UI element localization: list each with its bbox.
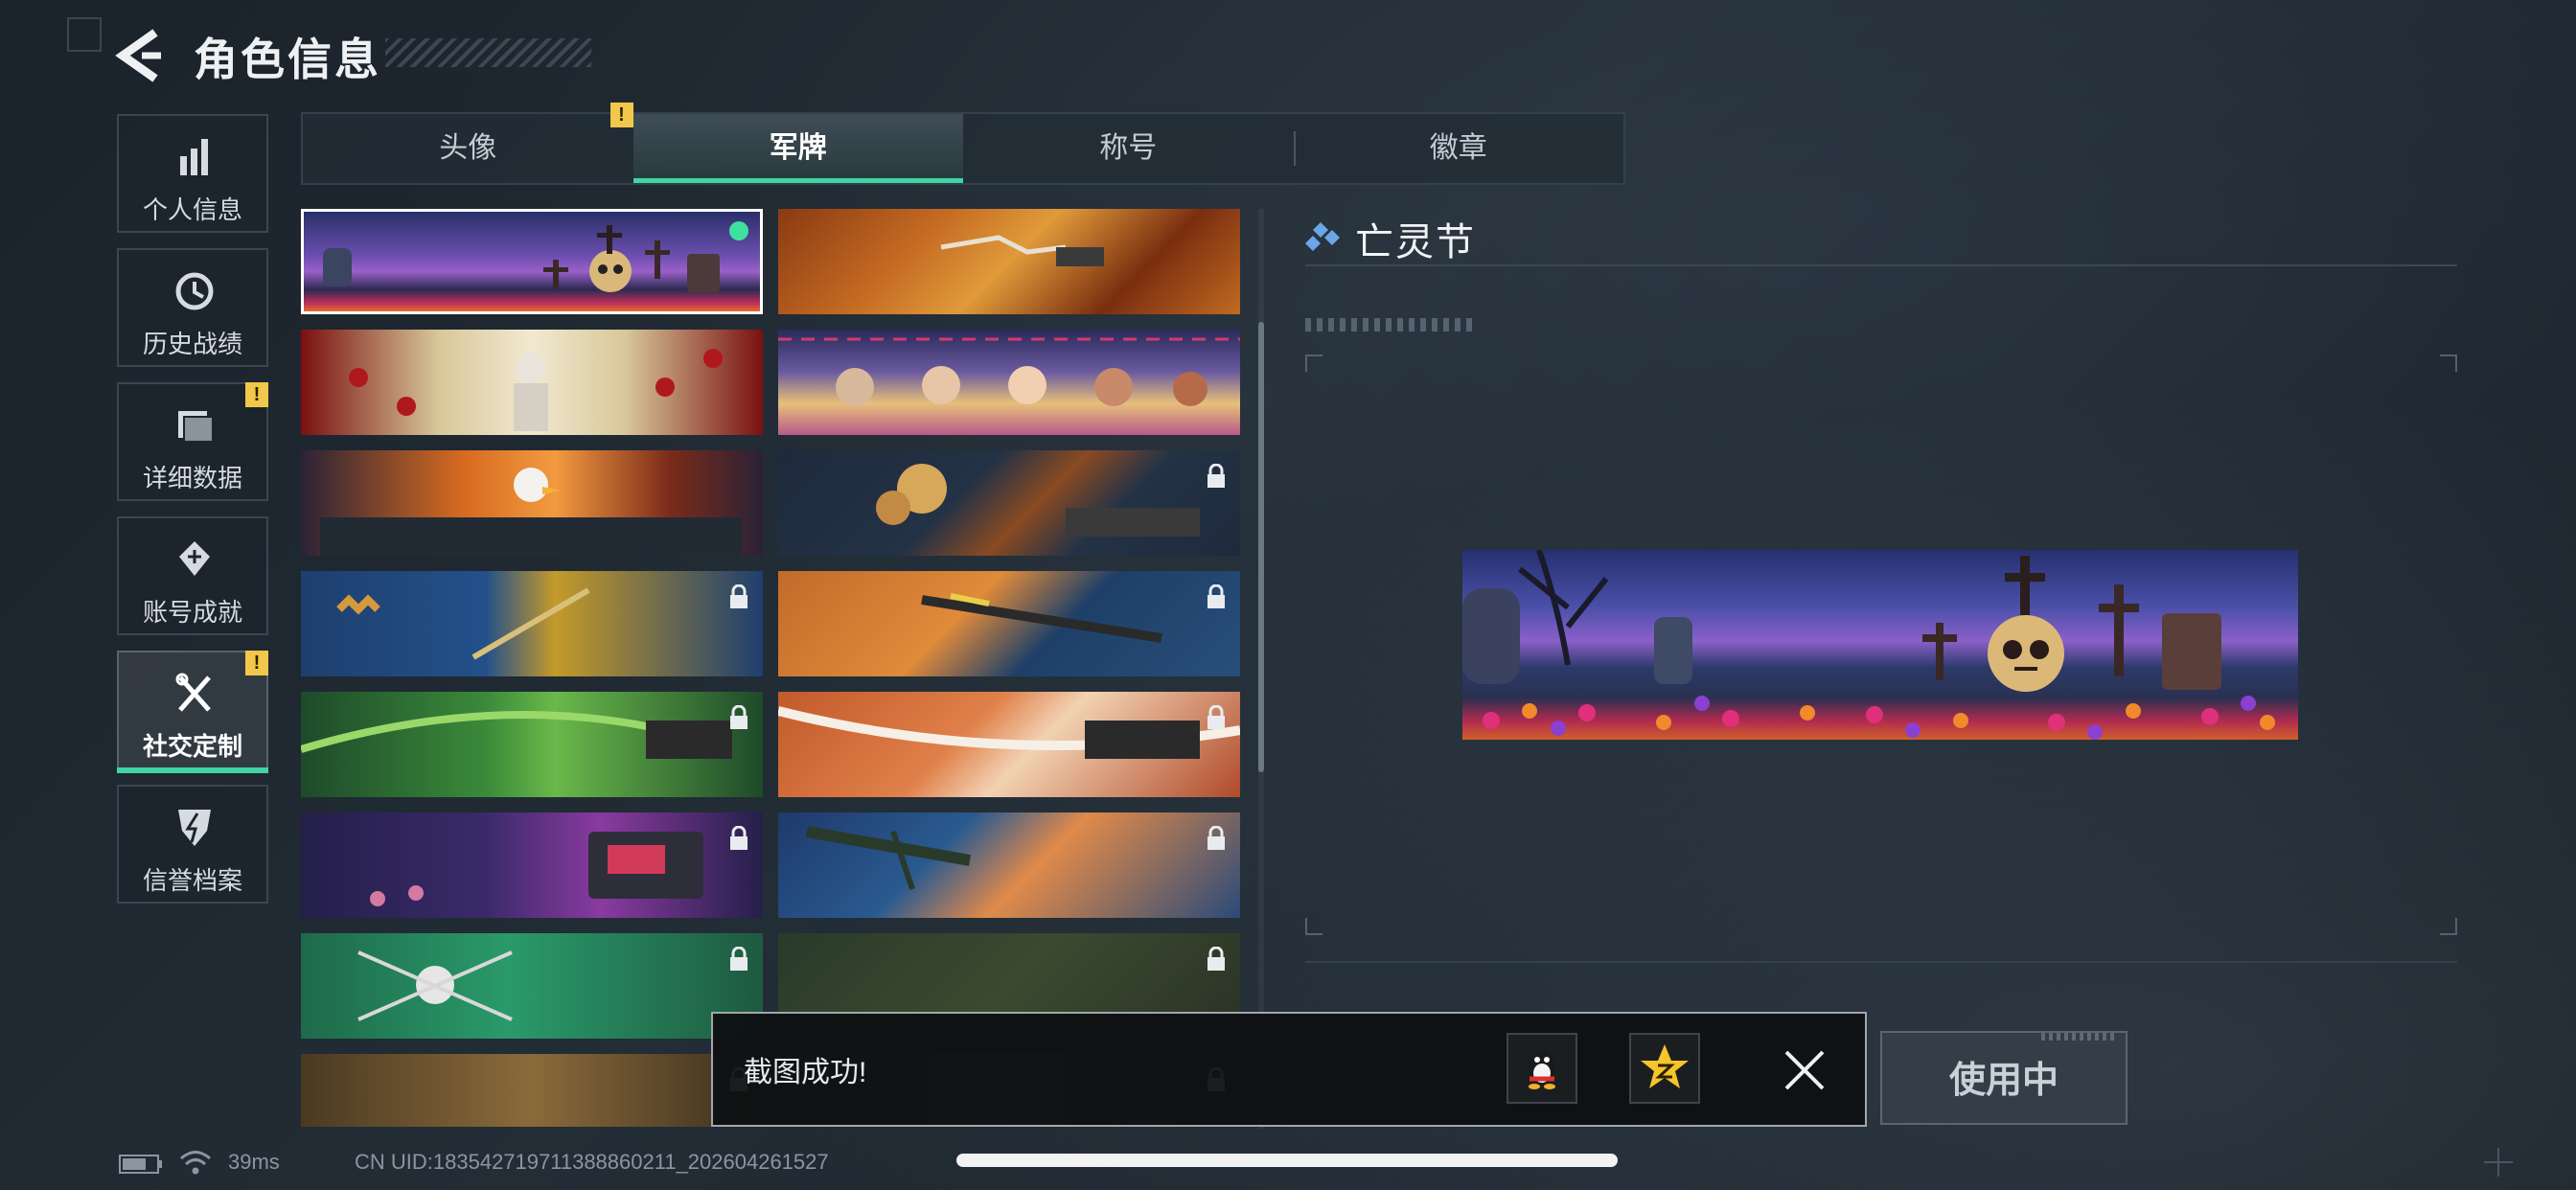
lock-icon [1208, 584, 1225, 608]
home-indicator[interactable] [956, 1154, 1618, 1167]
dog-tag-item-duck-stage[interactable] [301, 450, 763, 556]
notification-badge: ! [610, 103, 633, 127]
lock-icon [730, 947, 748, 971]
lock-icon [1208, 705, 1225, 729]
orange-burst-artwork [778, 706, 1240, 759]
dog-tag-item-rose-knight[interactable] [301, 330, 763, 435]
graveyard-artwork [323, 225, 720, 292]
scrollbar-thumb[interactable] [1258, 322, 1264, 772]
achievement-icon [179, 541, 210, 576]
dog-tag-item-autumn-leaves[interactable] [778, 209, 1240, 314]
frame-corner [1305, 918, 1322, 935]
sidebar-item-label: 历史战绩 [142, 330, 242, 358]
explosion-artwork [876, 464, 1200, 537]
title-decoration [385, 38, 591, 67]
history-clock-icon [175, 272, 214, 310]
divider [1305, 961, 2457, 963]
dog-tag-item-missile[interactable] [778, 812, 1240, 918]
lock-icon [1208, 464, 1225, 488]
lock-icon [730, 584, 748, 608]
tab-bar: 头像 ! 军牌 称号 徽章 [301, 103, 1625, 185]
rotor-artwork [357, 950, 513, 1021]
sidebar-item-label: 信誉档案 [142, 866, 242, 895]
party-artwork [778, 337, 1240, 406]
lock-icon [730, 826, 748, 850]
uid-readout: CN UID:18354271971138886​0211_2026042615… [355, 1150, 829, 1174]
battery-icon [119, 1155, 162, 1174]
lock-icon [1208, 826, 1225, 850]
plus-icon [2484, 1148, 2513, 1177]
frame-corner [1305, 355, 1322, 372]
missile-artwork [805, 826, 972, 890]
tab-avatar[interactable]: 头像 ! [303, 103, 633, 183]
sidebar-item-label: 个人信息 [142, 195, 242, 224]
green-swirl-artwork [301, 711, 732, 759]
dog-tag-item-desert[interactable] [301, 1054, 763, 1127]
sidebar-item-label: 社交定制 [142, 732, 242, 761]
qq-icon [1529, 1050, 1555, 1089]
duck-stage-artwork [320, 468, 742, 556]
dog-tag-item-blue-crossbow[interactable] [301, 571, 763, 676]
dog-tag-item-day-of-dead[interactable] [301, 209, 763, 314]
dog-tag-item-orange-burst[interactable] [778, 692, 1240, 797]
tab-badge[interactable]: 徽章 [1293, 114, 1624, 183]
wifi-icon [180, 1151, 211, 1175]
graveyard-artwork [1462, 550, 2275, 740]
crossbow-artwork [336, 587, 590, 660]
ping-readout: 39ms [228, 1150, 280, 1174]
sidebar-item-label: 详细数据 [142, 464, 242, 492]
bar-chart-icon [180, 139, 208, 175]
tab-label: 头像 [439, 132, 497, 164]
tab-label: 称号 [1099, 132, 1158, 164]
rose-knight-artwork [349, 349, 723, 431]
skeleton-hand-artwork [940, 235, 1104, 266]
button-decoration [2041, 1033, 2118, 1041]
share-qzone-button[interactable] [1629, 1033, 1700, 1104]
detail-subtitle-decoration [1305, 318, 1472, 332]
rifle-artwork [921, 593, 1162, 643]
purple-device-artwork [370, 832, 703, 906]
dog-tag-item-purple-device[interactable] [301, 812, 763, 918]
page-title: 角色信息 [194, 34, 381, 84]
detail-title: 亡灵节 [1355, 221, 1476, 263]
diamond-cluster-icon [1305, 222, 1340, 251]
frame-corner [2440, 918, 2457, 935]
lock-icon [730, 705, 748, 729]
reputation-icon [178, 810, 211, 846]
notification-badge: ! [245, 382, 268, 407]
screenshot-frame-icon [67, 17, 102, 52]
sidebar-item-detailed-data[interactable]: 详细数据 ! [117, 382, 268, 501]
dog-tag-item-green-swirl[interactable] [301, 692, 763, 797]
notification-badge: ! [245, 651, 268, 675]
dog-tag-grid [301, 209, 1244, 1127]
sidebar-item-reputation[interactable]: 信誉档案 [117, 785, 268, 904]
tab-label: 军牌 [769, 132, 827, 164]
share-qq-button[interactable] [1506, 1033, 1577, 1104]
qzone-icon [1641, 1044, 1689, 1088]
close-icon[interactable] [1781, 1046, 1828, 1094]
sidebar-item-social-custom[interactable]: 社交定制 ! [117, 651, 268, 773]
tab-title[interactable]: 称号 [963, 114, 1294, 183]
divider [1305, 264, 2457, 266]
tools-icon [175, 673, 211, 712]
frame-corner [2440, 355, 2457, 372]
dog-tag-item-explosion[interactable] [778, 450, 1240, 556]
dog-tag-item-party[interactable] [778, 330, 1240, 435]
sidebar-item-personal-info[interactable]: 个人信息 [117, 114, 268, 233]
sidebar-item-achievements[interactable]: 账号成就 [117, 516, 268, 635]
lock-icon [1208, 947, 1225, 971]
back-arrow-icon[interactable] [113, 27, 167, 84]
selected-indicator [729, 221, 748, 240]
sidebar-item-history[interactable]: 历史战绩 [117, 248, 268, 367]
preview-dog-tag [1462, 550, 2298, 740]
dog-tag-item-green-rotor[interactable] [301, 933, 763, 1039]
folder-icon [178, 411, 214, 443]
in-use-label: 使用中 [1948, 1061, 2058, 1101]
toast-message: 截图成功! [744, 1057, 867, 1088]
sidebar-item-label: 账号成就 [142, 598, 242, 627]
tab-dog-tag[interactable]: 军牌 [632, 114, 963, 183]
tab-label: 徽章 [1429, 132, 1487, 164]
dog-tag-item-orange-rifle[interactable] [778, 571, 1240, 676]
